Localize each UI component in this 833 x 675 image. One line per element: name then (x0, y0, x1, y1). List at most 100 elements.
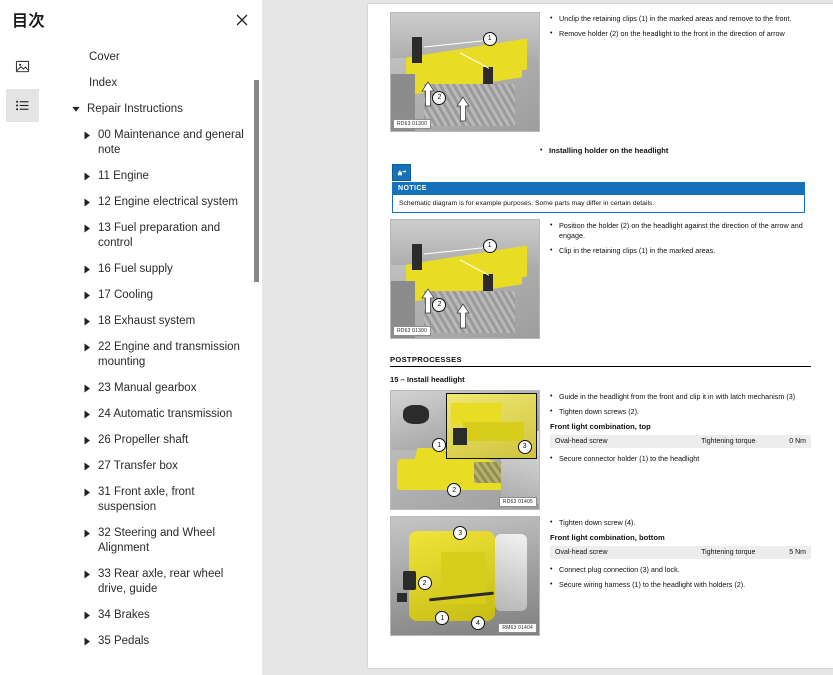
toc-list: Cover Index Repair Instructions00 Maintena… (45, 44, 262, 654)
toc-body: Cover Index Repair Instructions00 Maintena… (0, 38, 262, 675)
sidebar-item-27-transfer-box[interactable]: 27 Transfer box (61, 453, 244, 479)
sidebar-item-26-propeller-shaft[interactable]: 26 Propeller shaft (61, 427, 244, 453)
sidebar-item-label: Cover (89, 50, 120, 65)
figure-headlight-bottom[interactable]: 3 2 1 4 RM63 01404 (390, 516, 540, 636)
notice-label: NOTICE (392, 182, 805, 195)
chevron-right-icon[interactable] (83, 221, 91, 236)
toc-header: 目次 (0, 0, 262, 38)
page-viewer[interactable]: 1 2 RD63 01300 • Unclip the retaining cl… (262, 0, 833, 675)
sidebar-item-label: 13 Fuel preparation and control (98, 221, 244, 251)
sidebar-item-31-front-axle-front-suspension[interactable]: 31 Front axle, front suspension (61, 479, 244, 520)
sidebar-item-32-steering-and-wheel-alignment[interactable]: 32 Steering and Wheel Alignment (61, 520, 244, 561)
toc-title: 目次 (12, 7, 45, 31)
sidebar-item-00-maintenance-and-general-note[interactable]: 00 Maintenance and general note (61, 122, 244, 163)
torque-table-top: Oval-head screw Tightening torque 0 Nm (550, 435, 811, 448)
sidebar-item-23-manual-gearbox[interactable]: 23 Manual gearbox (61, 375, 244, 401)
sidebar-item-index[interactable]: Index (61, 70, 244, 96)
bullet-text: Clip in the retaining clips (1) in the m… (559, 246, 811, 256)
callout-1: 1 (483, 239, 497, 253)
chevron-right-icon[interactable] (83, 381, 91, 396)
chevron-right-icon[interactable] (83, 169, 91, 184)
bullet-dot: • (550, 565, 554, 575)
content-block-install-headlight-bottom: 3 2 1 4 RM63 01404 • Tighten down screw … (390, 516, 811, 636)
sidebar-item-33-rear-axle-rear-wheel-drive-guide[interactable]: 33 Rear axle, rear wheel drive, guide (61, 561, 244, 602)
sidebar-item-cover[interactable]: Cover (61, 44, 244, 70)
chevron-right-icon[interactable] (83, 288, 91, 303)
content-block-install-holder: 1 2 RD63 01300 • Position the holder (2)… (390, 219, 811, 339)
bullet-list-headlight-bottom: • Tighten down screw (4). Front light co… (550, 516, 811, 595)
section-heading-postprocesses: POSTPROCESSES (390, 355, 811, 367)
sidebar-item-18-exhaust-system[interactable]: 18 Exhaust system (61, 308, 244, 334)
figure-id-label: RD63 01405 (499, 497, 537, 507)
bullet-dot: • (550, 29, 554, 39)
bullet-text: Unclip the retaining clips (1) in the ma… (559, 14, 811, 24)
table-cell-torque-label: Tightening torque (696, 546, 774, 559)
chevron-down-icon[interactable] (72, 102, 80, 117)
sidebar-item-22-engine-and-transmission-mounting[interactable]: 22 Engine and transmission mounting (61, 334, 244, 375)
table-cell-torque-label: Tightening torque (696, 435, 774, 448)
chevron-right-icon[interactable] (83, 314, 91, 329)
sidebar-item-12-engine-electrical-system[interactable]: 12 Engine electrical system (61, 189, 244, 215)
callout-1: 1 (483, 32, 497, 46)
table-row: Oval-head screw Tightening torque 0 Nm (550, 435, 811, 448)
chevron-right-icon[interactable] (83, 459, 91, 474)
sidebar-item-17-cooling[interactable]: 17 Cooling (61, 282, 244, 308)
chevron-right-icon[interactable] (83, 608, 91, 623)
sidebar-item-13-fuel-preparation-and-control[interactable]: 13 Fuel preparation and control (61, 215, 244, 256)
chevron-right-icon[interactable] (83, 340, 91, 355)
chevron-right-icon[interactable] (83, 526, 91, 541)
chevron-right-icon[interactable] (83, 128, 91, 143)
sidebar-item-24-automatic-transmission[interactable]: 24 Automatic transmission (61, 401, 244, 427)
chevron-right-icon[interactable] (83, 433, 91, 448)
table-cell-component: Oval-head screw (550, 546, 696, 559)
table-cell-torque-value: 0 Nm (774, 435, 811, 448)
image-thumbnail-icon[interactable] (6, 50, 39, 83)
bullet-list-remove: • Unclip the retaining clips (1) in the … (550, 12, 811, 44)
toc-scrollbar[interactable] (253, 38, 260, 675)
sidebar-item-label: 34 Brakes (98, 608, 150, 623)
figure-install-holder[interactable]: 1 2 RD63 01300 (390, 219, 540, 339)
list-contents-icon[interactable] (6, 89, 39, 122)
notice-text: Schematic diagram is for example purpose… (392, 195, 805, 213)
figure-headlight-front[interactable]: 1 2 3 RD63 01405 (390, 390, 540, 510)
callout-2: 2 (447, 483, 461, 497)
toc-scrollbar-thumb[interactable] (254, 80, 259, 282)
sidebar-item-label: 31 Front axle, front suspension (98, 485, 244, 515)
callout-3: 3 (518, 440, 532, 454)
chevron-right-icon[interactable] (83, 485, 91, 500)
heading-text: Installing holder on the headlight (549, 146, 811, 156)
chevron-right-icon[interactable] (83, 567, 91, 582)
sidebar-item-11-engine[interactable]: 11 Engine (61, 163, 244, 189)
chevron-right-icon[interactable] (83, 634, 91, 649)
table-row: Oval-head screw Tightening torque 5 Nm (550, 546, 811, 559)
bullet-dot: • (550, 407, 554, 417)
sidebar-item-34-brakes[interactable]: 34 Brakes (61, 602, 244, 628)
list-item: • Guide in the headlight from the front … (550, 392, 811, 402)
chevron-right-icon[interactable] (83, 407, 91, 422)
list-item: • Secure wiring harness (1) to the headl… (550, 580, 811, 590)
bullet-list-install: • Position the holder (2) on the headlig… (550, 219, 811, 261)
figure-remove-holder[interactable]: 1 2 RD63 01300 (390, 12, 540, 132)
sidebar-item-label: 18 Exhaust system (98, 314, 195, 329)
chevron-right-icon[interactable] (83, 262, 91, 277)
document-viewer-app: 目次 (0, 0, 833, 675)
chevron-right-icon[interactable] (83, 195, 91, 210)
bullet-dot: • (540, 146, 544, 156)
sidebar-item-16-fuel-supply[interactable]: 16 Fuel supply (61, 256, 244, 282)
bullet-text: Secure connector holder (1) to the headl… (559, 454, 811, 464)
toc-list-container: Cover Index Repair Instructions00 Maintena… (45, 38, 262, 675)
sidebar-item-label: Index (89, 76, 117, 91)
sidebar-item-label: 27 Transfer box (98, 459, 178, 474)
sidebar-item-label: 32 Steering and Wheel Alignment (98, 526, 244, 556)
close-icon[interactable] (232, 10, 252, 30)
sidebar-item-label: 23 Manual gearbox (98, 381, 196, 396)
table-title-bottom: Front light combination, bottom (550, 533, 811, 542)
sidebar-item-repair-instructions[interactable]: Repair Instructions (61, 96, 244, 122)
bullet-text: Tighten down screw (4). (559, 518, 811, 528)
bullet-dot: • (550, 518, 554, 528)
callout-4: 4 (471, 616, 485, 630)
bullet-text: Secure wiring harness (1) to the headlig… (559, 580, 811, 590)
sidebar-item-label: 24 Automatic transmission (98, 407, 232, 422)
sidebar-item-label: 16 Fuel supply (98, 262, 173, 277)
sidebar-item-35-pedals[interactable]: 35 Pedals (61, 628, 244, 654)
